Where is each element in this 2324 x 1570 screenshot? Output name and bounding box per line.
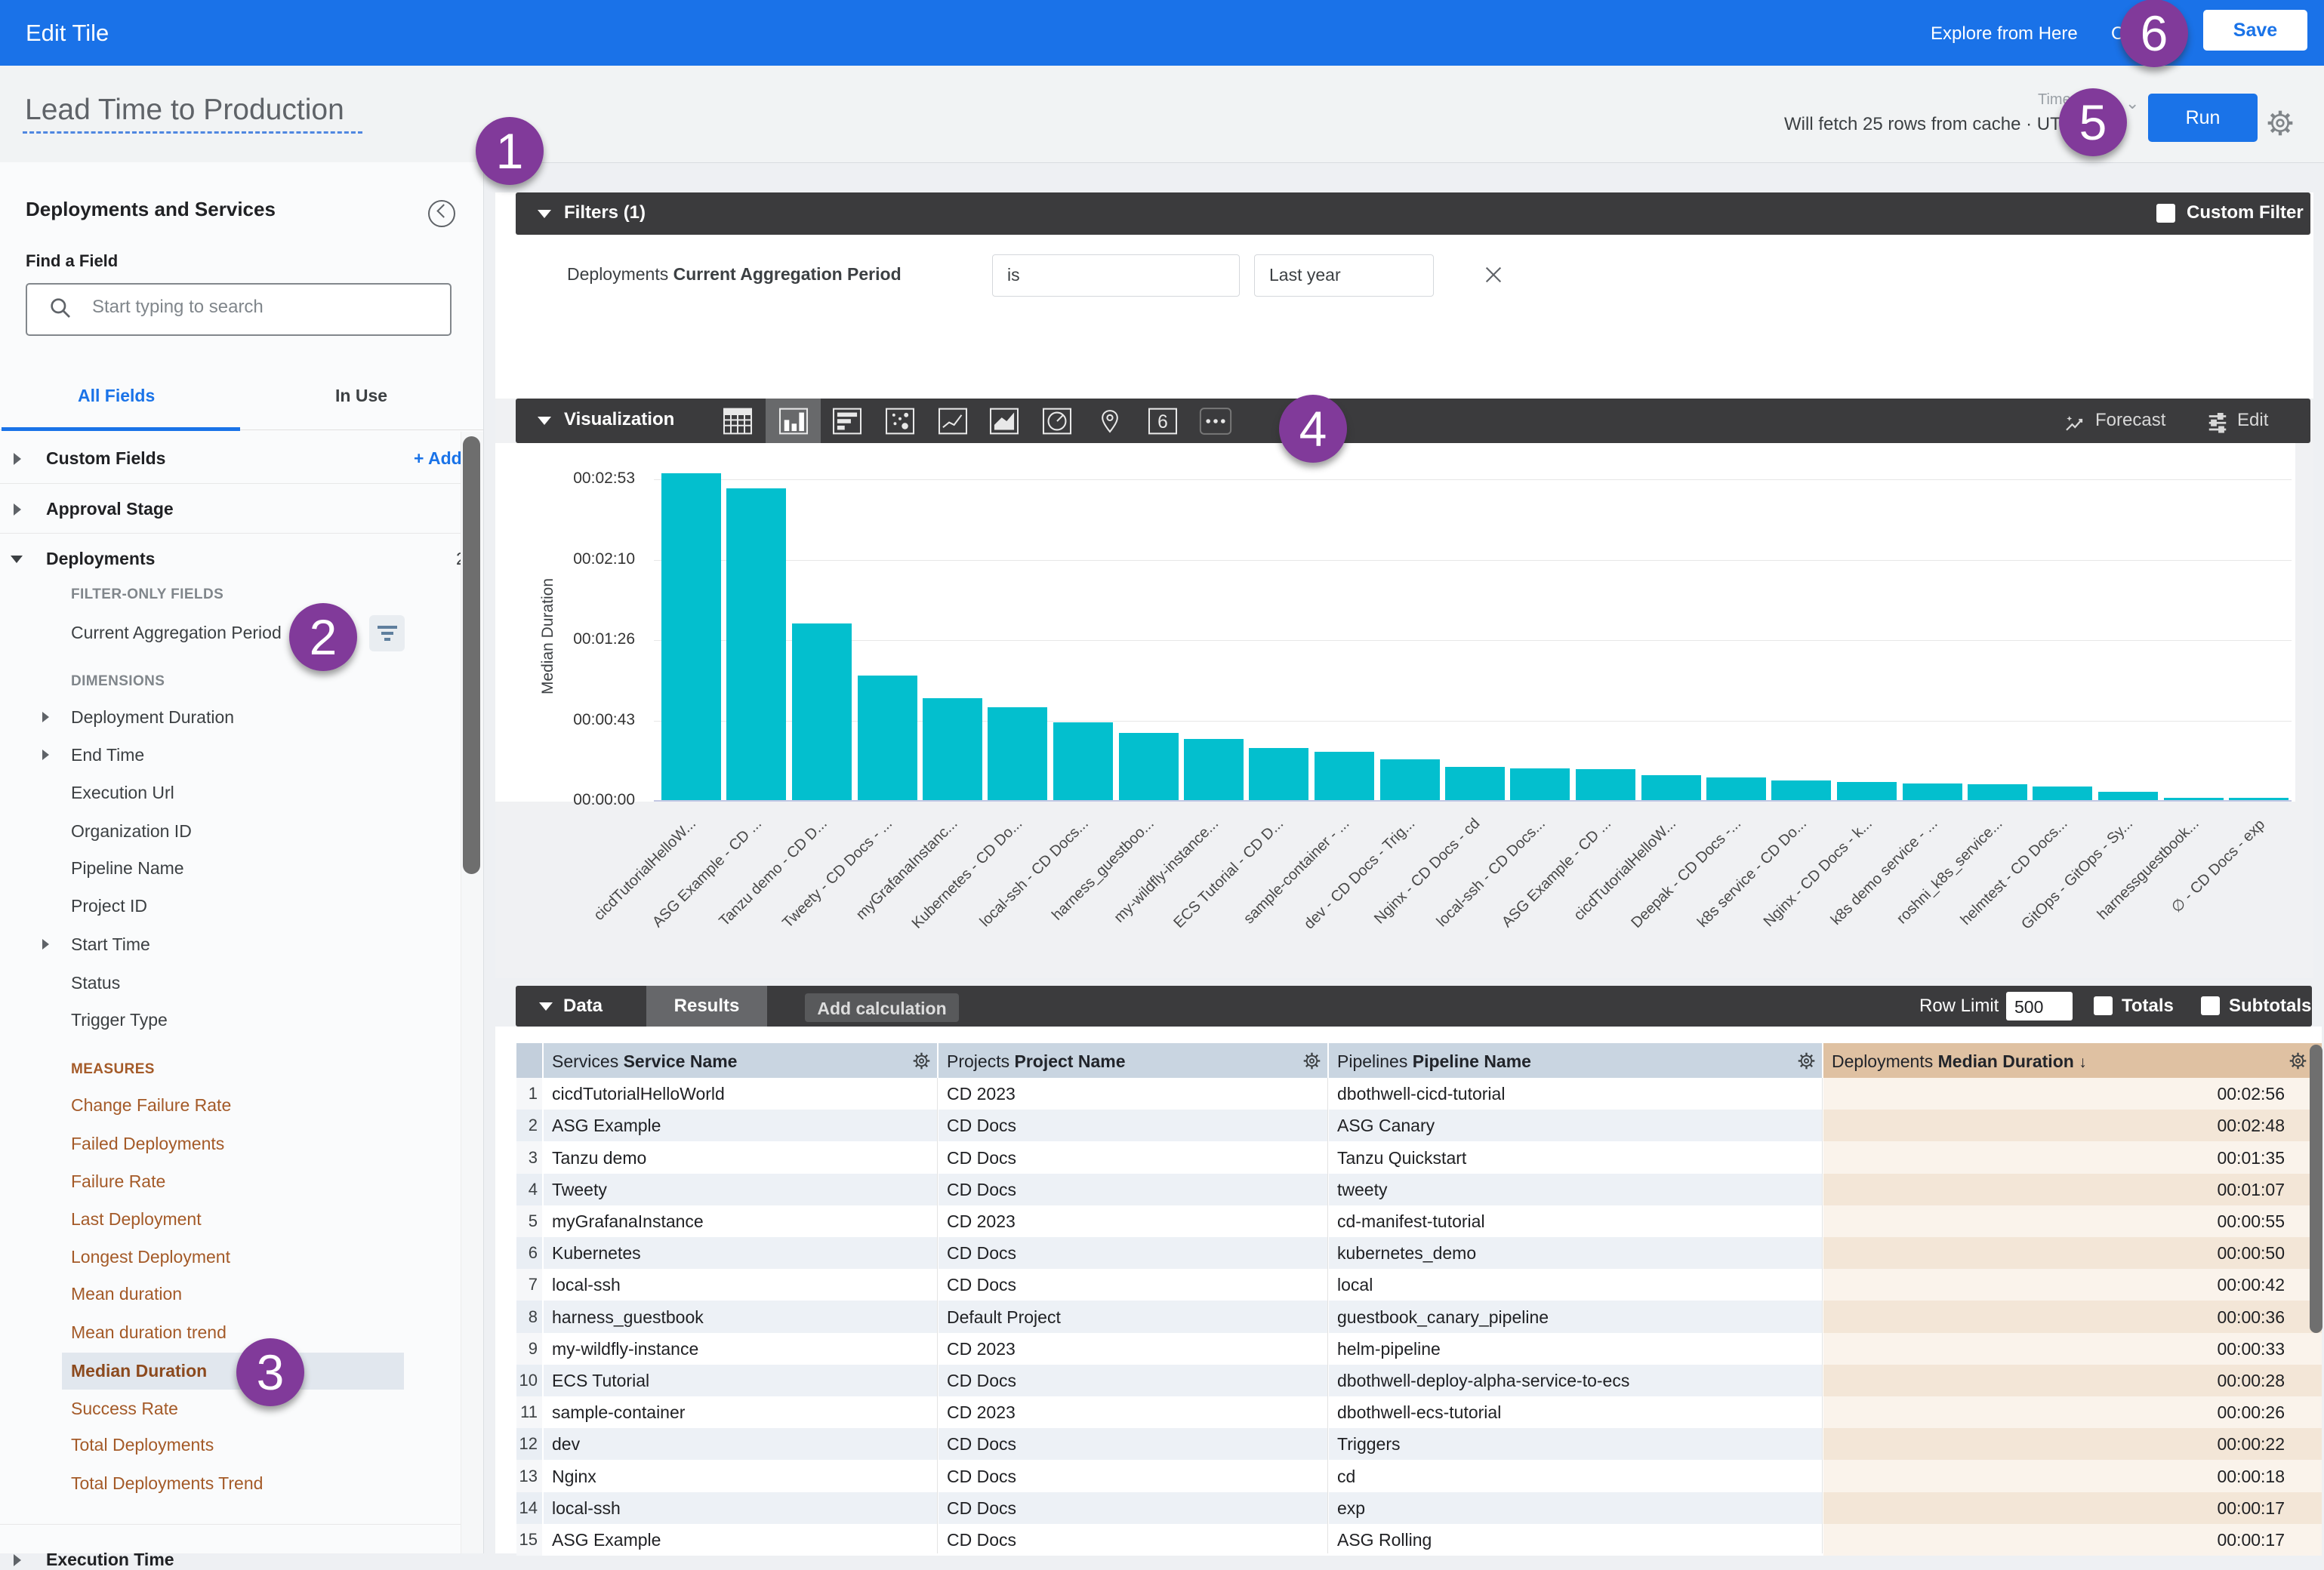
svg-text:6: 6 bbox=[1157, 412, 1168, 433]
